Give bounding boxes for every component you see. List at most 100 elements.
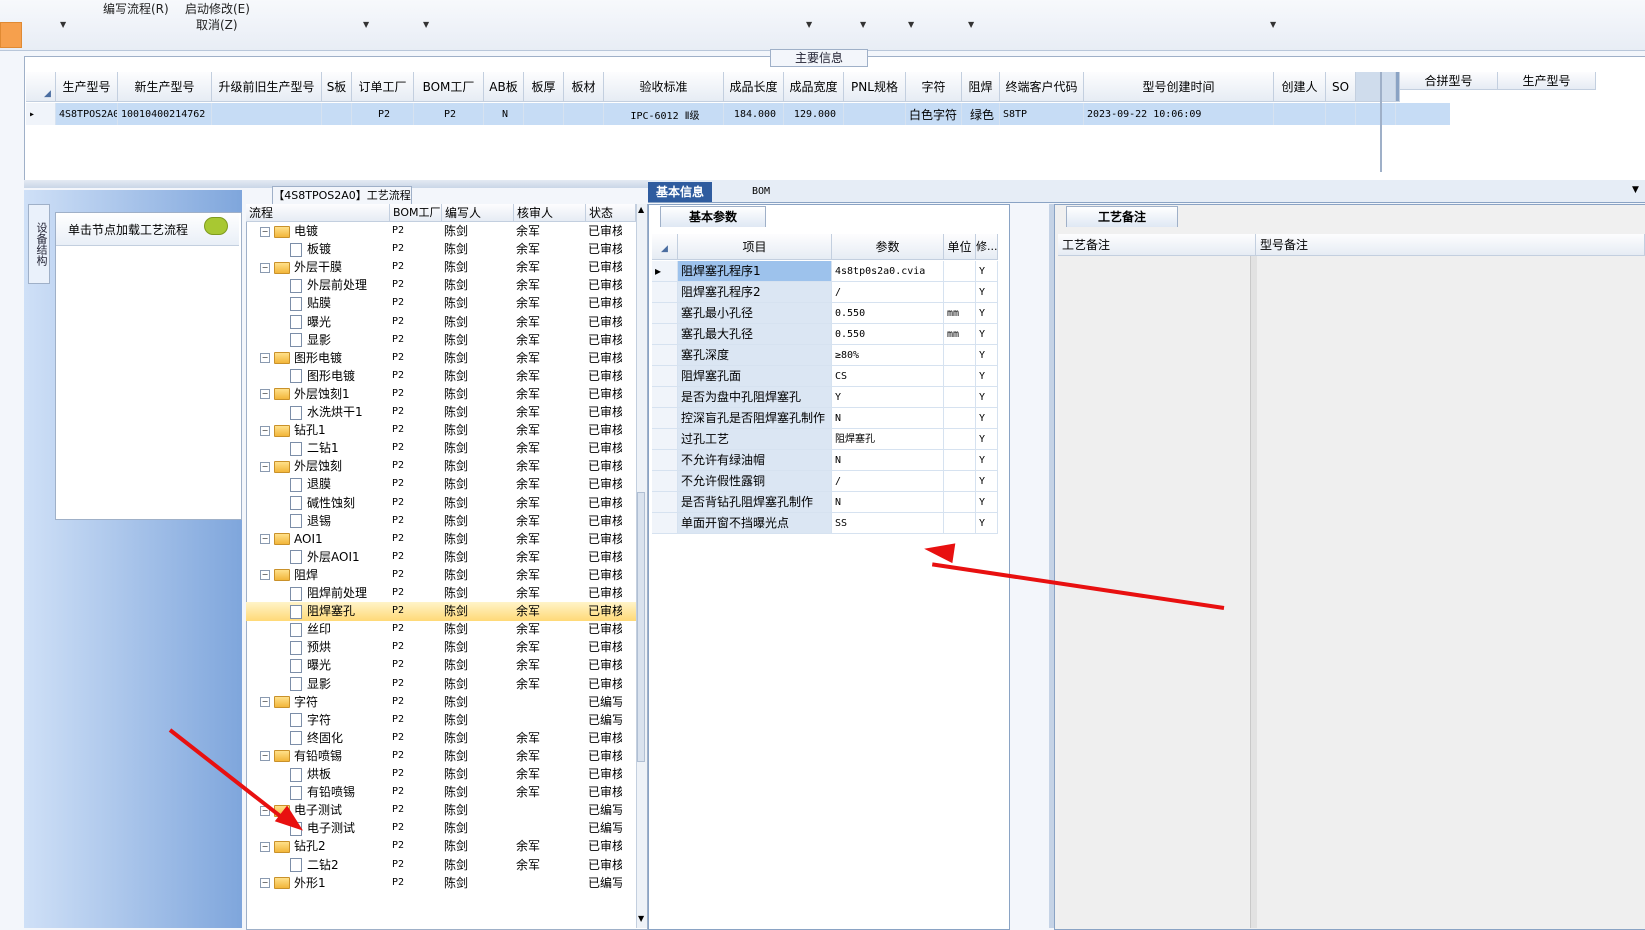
col-header[interactable]: 板厚	[524, 72, 564, 102]
col-header[interactable]: 创建人	[1274, 72, 1326, 102]
collapse-icon[interactable]: −	[260, 751, 270, 762]
tree-node[interactable]: 烘板 P2 陈剑 余军 已审核	[246, 765, 636, 784]
col-header[interactable]: 板材	[564, 72, 604, 102]
param-value[interactable]: SS	[832, 513, 944, 534]
tree-node[interactable]: 退膜 P2 陈剑 余军 已审核	[246, 475, 636, 494]
collapse-icon[interactable]: −	[260, 425, 270, 436]
cell-length[interactable]: 184.000	[724, 103, 784, 125]
tree-node[interactable]: 曝光 P2 陈剑 余军 已审核	[246, 656, 636, 675]
param-value[interactable]: /	[832, 282, 944, 303]
param-value[interactable]: /	[832, 471, 944, 492]
process-note-textarea[interactable]	[1059, 256, 1249, 928]
col-header[interactable]: SO	[1326, 72, 1356, 102]
param-row[interactable]: 单面开窗不挡曝光点 SS Y	[652, 513, 998, 534]
dropdown-arrow-icon[interactable]: ▼	[1270, 20, 1276, 29]
dropdown-arrow-icon[interactable]: ▼	[60, 20, 66, 29]
tree-node[interactable]: 贴膜 P2 陈剑 余军 已审核	[246, 294, 636, 313]
tree-node[interactable]: 终固化 P2 陈剑 余军 已审核	[246, 729, 636, 748]
equipment-structure-tab[interactable]: 设备结构	[28, 204, 50, 284]
param-row[interactable]: 塞孔最小孔径 0.550 mm Y	[652, 303, 998, 324]
cell-s-board[interactable]	[322, 103, 352, 125]
param-row[interactable]: 阻焊塞孔程序2/ Y	[652, 282, 998, 303]
model-note-textarea[interactable]	[1257, 256, 1645, 928]
tab-bom[interactable]: BOM	[744, 182, 778, 202]
col-header[interactable]: 生产型号	[1498, 72, 1596, 90]
param-value[interactable]: 0.550	[832, 303, 944, 324]
dropdown-arrow-icon[interactable]: ▼	[806, 20, 812, 29]
tree-col-header[interactable]: BOM工厂	[390, 204, 442, 222]
collapse-icon[interactable]: −	[260, 570, 270, 581]
chevron-down-icon[interactable]: ▼	[1632, 185, 1639, 195]
notes-col-header[interactable]: 型号备注	[1256, 234, 1645, 256]
cell-creator[interactable]	[1274, 103, 1326, 125]
col-header[interactable]: AB板	[484, 72, 524, 102]
dropdown-arrow-icon[interactable]: ▼	[908, 20, 914, 29]
tree-node[interactable]: 图形电镀 P2 陈剑 余军 已审核	[246, 367, 636, 386]
tree-node[interactable]: − 字符 P2 陈剑 已编写	[246, 693, 636, 712]
cell-customer-code[interactable]: S8TP	[1000, 103, 1084, 125]
col-header[interactable]: 订单工厂	[352, 72, 414, 102]
notes-col-header[interactable]: 工艺备注	[1058, 234, 1256, 256]
col-header[interactable]: 型号创建时间	[1084, 72, 1274, 102]
param-row[interactable]: 塞孔最大孔径 0.550 mm Y	[652, 324, 998, 345]
tree-node[interactable]: − 电镀 P2 陈剑 余军 已审核	[246, 222, 636, 241]
param-value[interactable]: CS	[832, 366, 944, 387]
tree-node[interactable]: − 阻焊 P2 陈剑 余军 已审核	[246, 566, 636, 585]
scroll-up-icon[interactable]: ▲	[638, 205, 644, 214]
param-col-header[interactable]: 项目	[678, 234, 832, 260]
col-header[interactable]: 合拼型号	[1400, 72, 1498, 90]
col-header[interactable]: 成品宽度	[784, 72, 844, 102]
col-header[interactable]: PNL规格	[844, 72, 906, 102]
collapse-icon[interactable]: −	[260, 697, 270, 708]
col-header[interactable]: 新生产型号	[118, 72, 212, 102]
param-row[interactable]: 不允许有绿油帽 N Y	[652, 450, 998, 471]
param-value[interactable]: Y	[832, 387, 944, 408]
cell-so[interactable]	[1326, 103, 1356, 125]
tree-node[interactable]: − 电子测试 P2 陈剑 已编写	[246, 801, 636, 820]
tree-node[interactable]: 阻焊塞孔 P2 陈剑 余军 已审核	[246, 602, 636, 621]
cell-bom-factory[interactable]: P2	[414, 103, 484, 125]
param-value[interactable]: N	[832, 450, 944, 471]
col-header[interactable]: BOM工厂	[414, 72, 484, 102]
collapse-icon[interactable]: −	[260, 226, 270, 237]
collapse-icon[interactable]: −	[260, 353, 270, 364]
tree-node[interactable]: 碱性蚀刻 P2 陈剑 余军 已审核	[246, 494, 636, 513]
tab-basic-info[interactable]: 基本信息	[648, 182, 713, 202]
collapse-icon[interactable]: −	[260, 878, 270, 889]
cell-standard[interactable]: IPC-6012 Ⅱ级	[604, 103, 724, 125]
tree-node[interactable]: 显影 P2 陈剑 余军 已审核	[246, 675, 636, 694]
param-value[interactable]: 阻焊塞孔	[832, 429, 944, 450]
param-row[interactable]: ▸ 阻焊塞孔程序1 4s8tp0s2a0.cvia Y	[652, 261, 998, 282]
tree-node[interactable]: 阻焊前处理 P2 陈剑 余军 已审核	[246, 584, 636, 603]
tree-node[interactable]: 退锡 P2 陈剑 余军 已审核	[246, 512, 636, 531]
tree-node[interactable]: 显影 P2 陈剑 余军 已审核	[246, 331, 636, 350]
dropdown-arrow-icon[interactable]: ▼	[860, 20, 866, 29]
cell-ab-board[interactable]: N	[484, 103, 524, 125]
col-header[interactable]: 终端客户代码	[1000, 72, 1084, 102]
param-row[interactable]: 是否背钻孔阻焊塞孔制作 N Y	[652, 492, 998, 513]
cell-material[interactable]	[564, 103, 604, 125]
tree-node[interactable]: − AOI1 P2 陈剑 余军 已审核	[246, 530, 636, 549]
cell-old-model[interactable]	[212, 103, 322, 125]
param-col-header[interactable]: 单位	[944, 234, 976, 260]
cell-width[interactable]: 129.000	[784, 103, 844, 125]
cell-create-time[interactable]: 2023-09-22 10:06:09	[1084, 103, 1274, 125]
param-col-header[interactable]: 参数	[832, 234, 944, 260]
col-header[interactable]: 生产型号	[56, 72, 118, 102]
param-row[interactable]: 塞孔深度 ≥80% Y	[652, 345, 998, 366]
cell-thickness[interactable]	[524, 103, 564, 125]
side-tab-marker[interactable]	[0, 22, 22, 48]
col-header[interactable]: 升级前旧生产型号	[212, 72, 322, 102]
collapse-icon[interactable]: −	[260, 262, 270, 273]
tree-col-header[interactable]: 流程	[246, 204, 390, 222]
cell-order-factory[interactable]: P2	[352, 103, 414, 125]
collapse-icon[interactable]: −	[260, 389, 270, 400]
param-row[interactable]: 控深盲孔是否阻焊塞孔制作 N Y	[652, 408, 998, 429]
tab-basic-params[interactable]: 基本参数	[660, 206, 766, 227]
cell-production-model[interactable]: 4S8TPOS2A0	[56, 103, 118, 125]
param-row[interactable]: 不允许假性露铜 / Y	[652, 471, 998, 492]
col-header[interactable]: 阻焊	[962, 72, 1000, 102]
cancel-button[interactable]: 取消(Z)	[196, 16, 238, 33]
tree-node[interactable]: 板镀 P2 陈剑 余军 已审核	[246, 240, 636, 259]
tree-node[interactable]: − 图形电镀 P2 陈剑 余军 已审核	[246, 349, 636, 368]
